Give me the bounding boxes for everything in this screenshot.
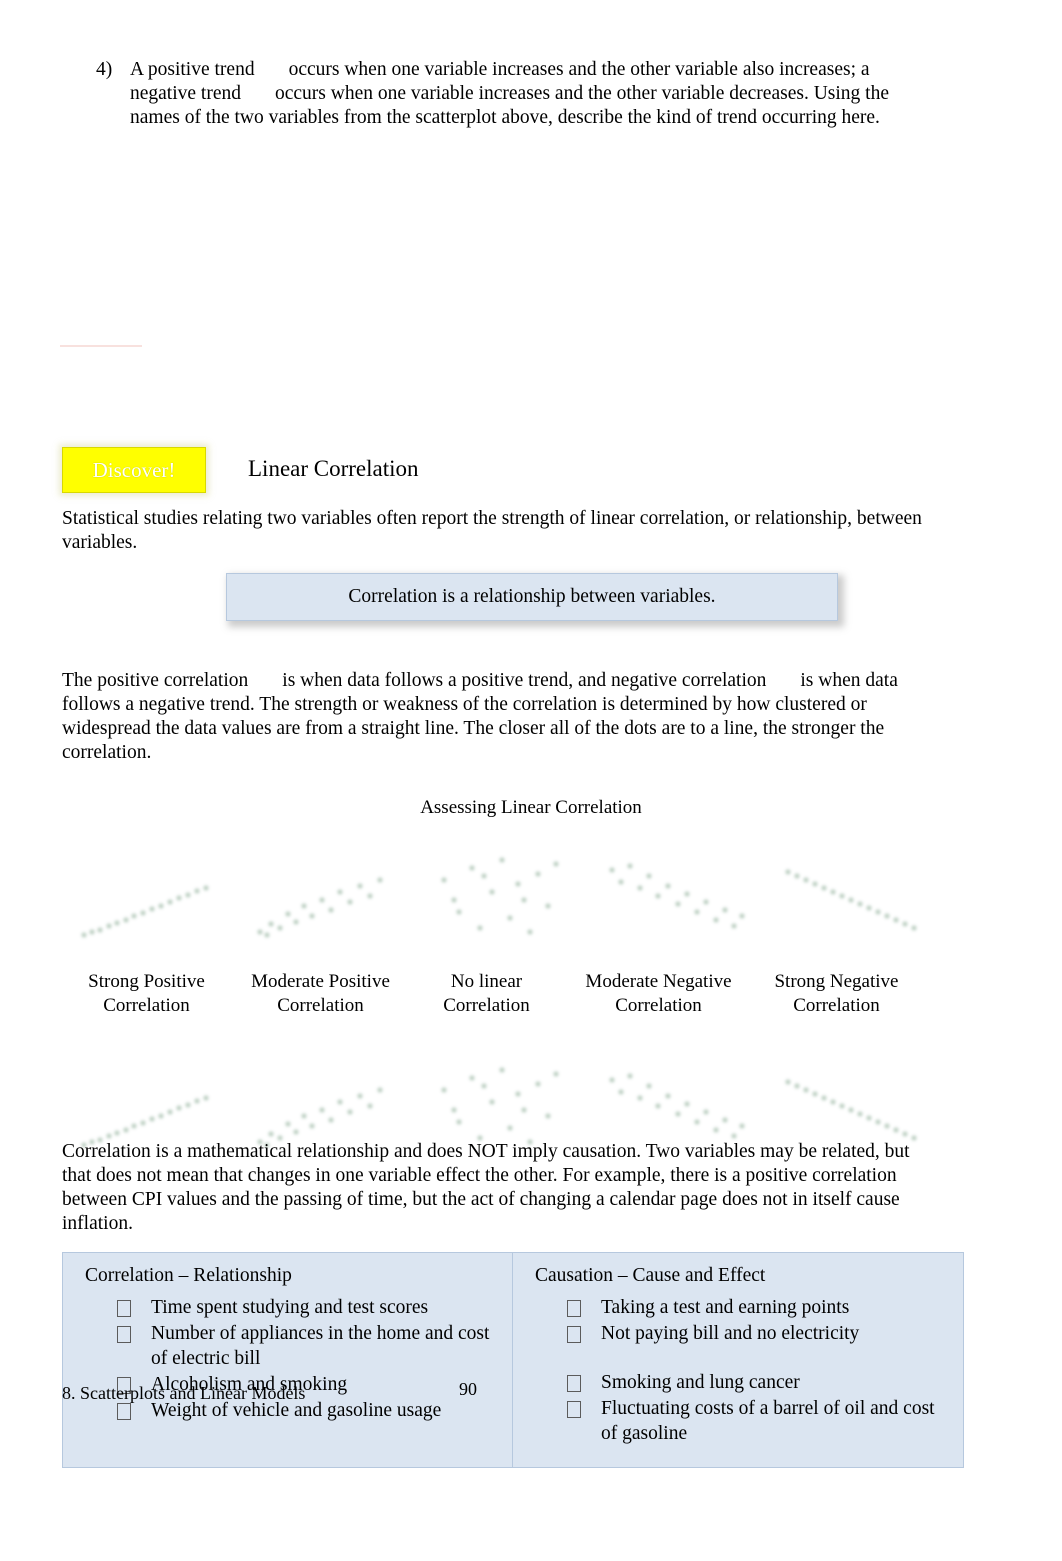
- document-page: 4) A positive trend occurs when one varia…: [0, 0, 1062, 1561]
- discover-badge-label: Discover!: [92, 458, 176, 482]
- scatter-svg: [609, 863, 745, 929]
- bullet-icon: [567, 1401, 581, 1418]
- plot-label-moderate-negative: Moderate Negative Correlation: [585, 971, 732, 1016]
- intro-paragraph: Statistical studies relating two variabl…: [62, 508, 922, 553]
- positive-part1: The positive correlation: [62, 670, 249, 691]
- positive-part2: is when data follows a positive trend, a…: [282, 670, 767, 691]
- scatterplot-strong-negative: [766, 840, 936, 952]
- causation-column: Causation – Cause and Effect Taking a te…: [513, 1253, 963, 1467]
- list-item: Smoking and lung cancer: [535, 1370, 945, 1395]
- scatter-svg: [441, 857, 559, 935]
- list-item: Not paying bill and no electricity: [535, 1321, 945, 1346]
- causation-list: Taking a test and earning points Not pay…: [535, 1295, 945, 1446]
- bullet-icon: [117, 1300, 131, 1317]
- scatterplot-row-top: [62, 840, 962, 955]
- bullet-icon: [567, 1375, 581, 1392]
- figure-title: Assessing Linear Correlation: [420, 797, 642, 818]
- question-4: 4) A positive trend occurs when one varia…: [96, 58, 926, 130]
- plot-label-strong-negative: Strong Negative Correlation: [774, 971, 899, 1016]
- faint-divider: [60, 345, 142, 347]
- question-text-part3: occurs when one variable increases and t…: [130, 83, 889, 128]
- plot-label-strong-positive: Strong Positive Correlation: [88, 971, 205, 1016]
- positive-correlation-paragraph: The positive correlation is when data fol…: [62, 669, 942, 765]
- bullet-icon: [117, 1326, 131, 1343]
- plot-label-moderate-positive: Moderate Positive Correlation: [251, 971, 390, 1016]
- correlation-header: Correlation – Relationship: [85, 1265, 292, 1286]
- footer-page-number: 90: [459, 1379, 477, 1399]
- definition-callout: Correlation is a relationship between va…: [226, 573, 838, 621]
- bullet-icon: [567, 1326, 581, 1343]
- scatterplot-moderate-positive: [238, 840, 408, 952]
- list-item: Number of appliances in the home and cos…: [85, 1321, 494, 1371]
- scatter-svg: [81, 885, 209, 938]
- scatterplot-no-correlation: [414, 840, 584, 952]
- question-text-part1: A positive trend: [130, 59, 255, 80]
- question-body: A positive trend occurs when one variable…: [130, 58, 926, 130]
- scatterplot-labels-row: Strong Positive Correlation Moderate Pos…: [62, 970, 962, 1020]
- list-item: Fluctuating costs of a barrel of oil and…: [535, 1396, 945, 1446]
- bullet-icon: [117, 1403, 131, 1420]
- plot-label-no-correlation: No linear Correlation: [443, 971, 530, 1016]
- scatter-svg: [257, 877, 383, 938]
- scatter-svg: [785, 869, 917, 931]
- section-title: Linear Correlation: [248, 456, 419, 481]
- footer-section-label: 8. Scatterplots and Linear Models: [62, 1383, 306, 1403]
- discover-badge: Discover!: [62, 447, 206, 493]
- correlation-column: Correlation – Relationship Time spent st…: [63, 1253, 513, 1467]
- correlation-causation-table: Correlation – Relationship Time spent st…: [62, 1252, 964, 1468]
- list-item: Time spent studying and test scores: [85, 1295, 494, 1320]
- scatterplot-strong-positive: [62, 840, 232, 952]
- question-number: 4): [96, 59, 113, 80]
- list-item: Taking a test and earning points: [535, 1295, 945, 1320]
- causation-header: Causation – Cause and Effect: [535, 1265, 766, 1286]
- causation-paragraph: Correlation is a mathematical relationsh…: [62, 1141, 910, 1234]
- bullet-icon: [567, 1300, 581, 1317]
- definition-text: Correlation is a relationship between va…: [348, 586, 716, 607]
- scatterplot-moderate-negative: [590, 840, 760, 952]
